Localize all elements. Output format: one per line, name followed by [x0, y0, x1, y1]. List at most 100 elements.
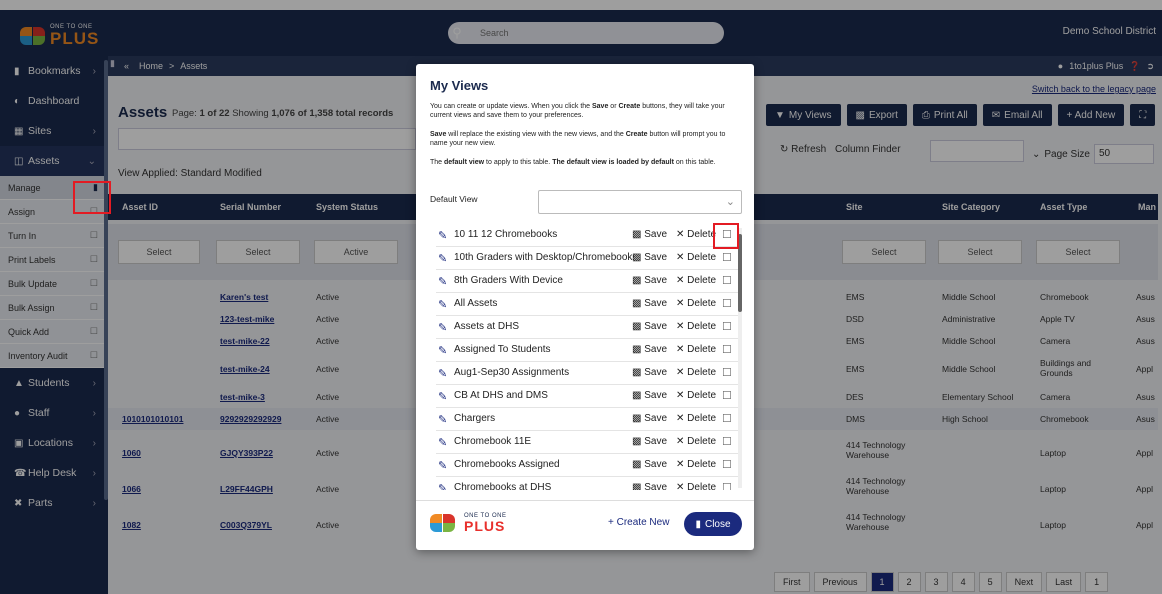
delete-label: Delete — [687, 229, 717, 240]
delete-view-button[interactable]: ✕ Delete — [676, 298, 716, 309]
edit-icon[interactable]: ✎ — [438, 436, 454, 449]
view-name[interactable]: 8th Graders With Device — [454, 275, 634, 286]
save-label: Save — [644, 413, 668, 424]
save-view-button[interactable]: ▩ Save — [632, 459, 667, 470]
delete-label: Delete — [687, 275, 717, 286]
modal-text-2: Save will replace the existing view with… — [430, 130, 730, 148]
text-part: to apply to this table. — [484, 159, 553, 166]
delete-view-button[interactable]: ✕ Delete — [676, 413, 716, 424]
edit-icon[interactable]: ✎ — [438, 252, 454, 265]
view-row[interactable]: ✎ Assigned To Students ▩ Save ✕ Delete ☐ — [436, 339, 738, 362]
edit-icon[interactable]: ✎ — [438, 459, 454, 472]
save-view-button[interactable]: ▩ Save — [632, 367, 667, 378]
edit-icon[interactable]: ✎ — [438, 367, 454, 380]
bookmark-outline-icon[interactable]: ☐ — [722, 366, 732, 379]
save-label: Save — [644, 436, 668, 447]
delete-view-button[interactable]: ✕ Delete — [676, 344, 716, 355]
view-row[interactable]: ✎ Assets at DHS ▩ Save ✕ Delete ☐ — [436, 316, 738, 339]
edit-icon[interactable]: ✎ — [438, 321, 454, 334]
save-view-button[interactable]: ▩ Save — [632, 298, 667, 309]
bookmark-outline-icon[interactable]: ☐ — [722, 389, 732, 402]
bookmark-outline-icon[interactable]: ☐ — [722, 274, 732, 287]
delete-view-button[interactable]: ✕ Delete — [676, 252, 716, 263]
edit-icon[interactable]: ✎ — [438, 298, 454, 311]
view-row[interactable]: ✎ Chromebook 11E ▩ Save ✕ Delete ☐ — [436, 431, 738, 454]
text-part: or — [608, 103, 619, 110]
view-name[interactable]: Chromebooks at DHS — [454, 482, 634, 490]
views-scrollbar[interactable] — [738, 228, 742, 488]
save-icon: ▩ — [632, 413, 645, 424]
save-view-button[interactable]: ▩ Save — [632, 229, 667, 240]
view-row[interactable]: ✎ CB At DHS and DMS ▩ Save ✕ Delete ☐ — [436, 385, 738, 408]
close-icon: ▮ — [695, 518, 701, 530]
view-row[interactable]: ✎ Aug1-Sep30 Assignments ▩ Save ✕ Delete ☐ — [436, 362, 738, 385]
save-label: Save — [644, 298, 668, 309]
default-view-select[interactable]: ⌄ — [538, 190, 742, 214]
delete-icon: ✕ — [676, 321, 688, 332]
view-name[interactable]: Chromebooks Assigned — [454, 459, 634, 470]
view-name[interactable]: Aug1-Sep30 Assignments — [454, 367, 634, 378]
highlight-box — [73, 181, 111, 214]
view-row[interactable]: ✎ Chargers ▩ Save ✕ Delete ☐ — [436, 408, 738, 431]
view-name[interactable]: Chromebook 11E — [454, 436, 634, 447]
save-view-button[interactable]: ▩ Save — [632, 321, 667, 332]
save-view-button[interactable]: ▩ Save — [632, 252, 667, 263]
view-name[interactable]: All Assets — [454, 298, 634, 309]
bookmark-outline-icon[interactable]: ☐ — [722, 458, 732, 471]
view-name[interactable]: Assigned To Students — [454, 344, 634, 355]
view-row[interactable]: ✎ Chromebooks at DHS ▩ Save ✕ Delete ☐ — [436, 477, 738, 490]
chevron-down-icon: ⌄ — [725, 196, 735, 208]
bookmark-outline-icon[interactable]: ☐ — [722, 343, 732, 356]
bookmark-outline-icon[interactable]: ☐ — [722, 481, 732, 490]
save-view-button[interactable]: ▩ Save — [632, 436, 667, 447]
delete-view-button[interactable]: ✕ Delete — [676, 482, 716, 490]
view-name[interactable]: 10 11 12 Chromebooks — [454, 229, 634, 240]
view-name[interactable]: Assets at DHS — [454, 321, 634, 332]
view-row[interactable]: ✎ 8th Graders With Device ▩ Save ✕ Delete ☐ — [436, 270, 738, 293]
view-name[interactable]: Chargers — [454, 413, 634, 424]
save-label: Save — [644, 390, 668, 401]
edit-icon[interactable]: ✎ — [438, 413, 454, 426]
delete-view-button[interactable]: ✕ Delete — [676, 275, 716, 286]
delete-view-button[interactable]: ✕ Delete — [676, 390, 716, 401]
view-row[interactable]: ✎ 10th Graders with Desktop/Chromebooks ▩ … — [436, 247, 738, 270]
save-label: Save — [644, 252, 668, 263]
edit-icon[interactable]: ✎ — [438, 229, 454, 242]
bookmark-outline-icon[interactable]: ☐ — [722, 297, 732, 310]
view-row[interactable]: ✎ 10 11 12 Chromebooks ▩ Save ✕ Delete ☐ — [436, 224, 738, 247]
delete-icon: ✕ — [676, 390, 688, 401]
delete-label: Delete — [687, 436, 717, 447]
bookmark-outline-icon[interactable]: ☐ — [722, 251, 732, 264]
close-button[interactable]: ▮ Close — [684, 512, 742, 536]
delete-label: Delete — [687, 344, 717, 355]
delete-view-button[interactable]: ✕ Delete — [676, 459, 716, 470]
delete-view-button[interactable]: ✕ Delete — [676, 436, 716, 447]
view-name[interactable]: CB At DHS and DMS — [454, 390, 634, 401]
save-icon: ▩ — [632, 482, 645, 490]
delete-view-button[interactable]: ✕ Delete — [676, 367, 716, 378]
edit-icon[interactable]: ✎ — [438, 275, 454, 288]
save-view-button[interactable]: ▩ Save — [632, 275, 667, 286]
edit-icon[interactable]: ✎ — [438, 482, 454, 491]
delete-view-button[interactable]: ✕ Delete — [676, 321, 716, 332]
bookmark-outline-icon[interactable]: ☐ — [722, 320, 732, 333]
save-label: Save — [644, 275, 668, 286]
delete-label: Delete — [687, 298, 717, 309]
view-row[interactable]: ✎ All Assets ▩ Save ✕ Delete ☐ — [436, 293, 738, 316]
bookmark-outline-icon[interactable]: ☐ — [722, 412, 732, 425]
modal-text-1: You can create or update views. When you… — [430, 102, 730, 120]
edit-icon[interactable]: ✎ — [438, 390, 454, 403]
bookmark-outline-icon[interactable]: ☐ — [722, 435, 732, 448]
delete-label: Delete — [687, 252, 717, 263]
delete-icon: ✕ — [676, 275, 688, 286]
edit-icon[interactable]: ✎ — [438, 344, 454, 357]
delete-view-button[interactable]: ✕ Delete — [676, 229, 716, 240]
view-row[interactable]: ✎ Chromebooks Assigned ▩ Save ✕ Delete ☐ — [436, 454, 738, 477]
save-view-button[interactable]: ▩ Save — [632, 344, 667, 355]
view-name[interactable]: 10th Graders with Desktop/Chromebooks — [454, 252, 634, 263]
text-part: on this table. — [673, 159, 716, 166]
create-new-button[interactable]: + Create New — [608, 517, 669, 528]
save-view-button[interactable]: ▩ Save — [632, 390, 667, 401]
save-view-button[interactable]: ▩ Save — [632, 413, 667, 424]
save-view-button[interactable]: ▩ Save — [632, 482, 667, 490]
